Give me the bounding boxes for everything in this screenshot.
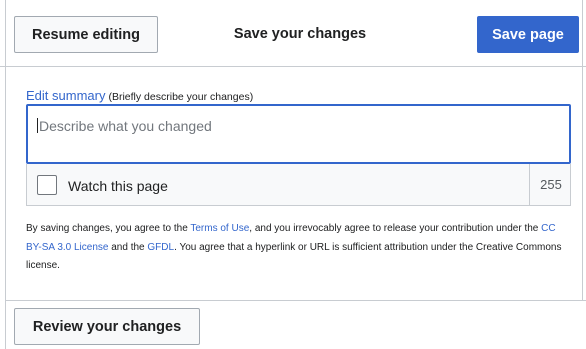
edit-summary-placeholder: Describe what you changed bbox=[39, 118, 212, 134]
text-caret bbox=[37, 118, 38, 133]
dialog-title: Save your changes bbox=[233, 26, 367, 42]
license-text-3: and the bbox=[108, 241, 148, 253]
char-count: 255 bbox=[540, 177, 562, 192]
gfdl-link[interactable]: GFDL bbox=[147, 242, 174, 253]
footer-divider bbox=[5, 300, 586, 301]
save-page-button[interactable]: Save page bbox=[477, 16, 579, 53]
watch-checkbox[interactable] bbox=[37, 175, 57, 195]
watch-label[interactable]: Watch this page bbox=[68, 178, 168, 194]
edit-summary-label: Edit summary (Briefly describe your chang… bbox=[26, 88, 253, 103]
resume-editing-button[interactable]: Resume editing bbox=[14, 16, 158, 53]
watch-row: Watch this page 255 bbox=[26, 164, 571, 206]
license-notice: By saving changes, you agree to the Term… bbox=[26, 220, 571, 276]
edit-summary-link[interactable]: Edit summary bbox=[26, 88, 105, 103]
license-text-1: By saving changes, you agree to the bbox=[26, 223, 191, 234]
dialog-header: Resume editing Save your changes Save pa… bbox=[0, 0, 586, 67]
license-text-2: , and you irrevocably agree to release y… bbox=[249, 223, 542, 234]
review-changes-button[interactable]: Review your changes bbox=[14, 308, 200, 345]
terms-of-use-link[interactable]: Terms of Use bbox=[190, 223, 249, 234]
edit-summary-input[interactable]: Describe what you changed bbox=[26, 104, 571, 164]
edit-summary-hint: (Briefly describe your changes) bbox=[108, 91, 254, 103]
save-dialog: Resume editing Save your changes Save pa… bbox=[0, 0, 586, 349]
